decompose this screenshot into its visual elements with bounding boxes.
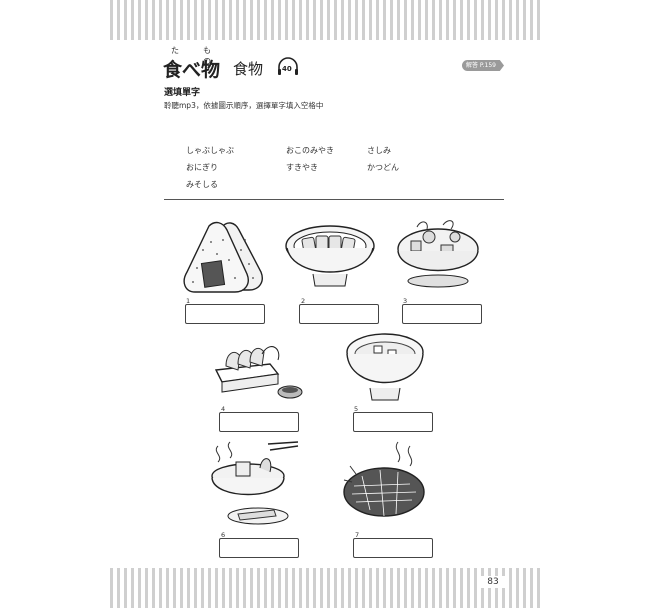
title-chinese: 食物 <box>233 60 264 78</box>
word-bank-item: さしみ <box>367 146 391 155</box>
okonomiyaki-icon <box>343 441 425 517</box>
word-bank-item: すきやき <box>286 163 318 172</box>
answer-page-tag: 解答 P.159 <box>462 60 504 71</box>
word-bank-item: おこのみやき <box>286 146 334 155</box>
track-number: 40 <box>282 65 292 73</box>
katsudon-icon <box>285 225 375 287</box>
word-bank-item: しゃぶしゃぶ <box>186 146 234 155</box>
answer-box-5[interactable] <box>353 412 433 432</box>
title-japanese: 食べ物 <box>163 59 221 81</box>
answer-box-7[interactable] <box>353 538 433 558</box>
miso-soup-icon <box>346 333 424 401</box>
answer-box-4[interactable] <box>219 412 299 432</box>
divider <box>164 199 504 200</box>
sukiyaki-icon <box>397 220 479 288</box>
answer-box-1[interactable] <box>185 304 265 324</box>
answer-box-2[interactable] <box>299 304 379 324</box>
instruction-text: 聆聽mp3，依據圖示順序，選擇單字填入空格中 <box>164 101 324 110</box>
word-bank-item: みそしる <box>186 180 218 189</box>
page-number: 83 <box>478 576 508 588</box>
bottom-decorative-stripes <box>110 568 544 608</box>
section-title: 選填單字 <box>164 88 201 98</box>
answer-box-3[interactable] <box>402 304 482 324</box>
word-bank-item: おにぎり <box>186 163 218 172</box>
word-bank-item: かつどん <box>367 163 399 172</box>
onigiri-icon <box>183 221 263 293</box>
answer-box-6[interactable] <box>219 538 299 558</box>
top-decorative-stripes <box>110 0 544 40</box>
audio-track-badge[interactable]: 40 <box>277 57 299 77</box>
sashimi-icon <box>214 346 303 399</box>
shabu-shabu-icon <box>211 441 299 525</box>
